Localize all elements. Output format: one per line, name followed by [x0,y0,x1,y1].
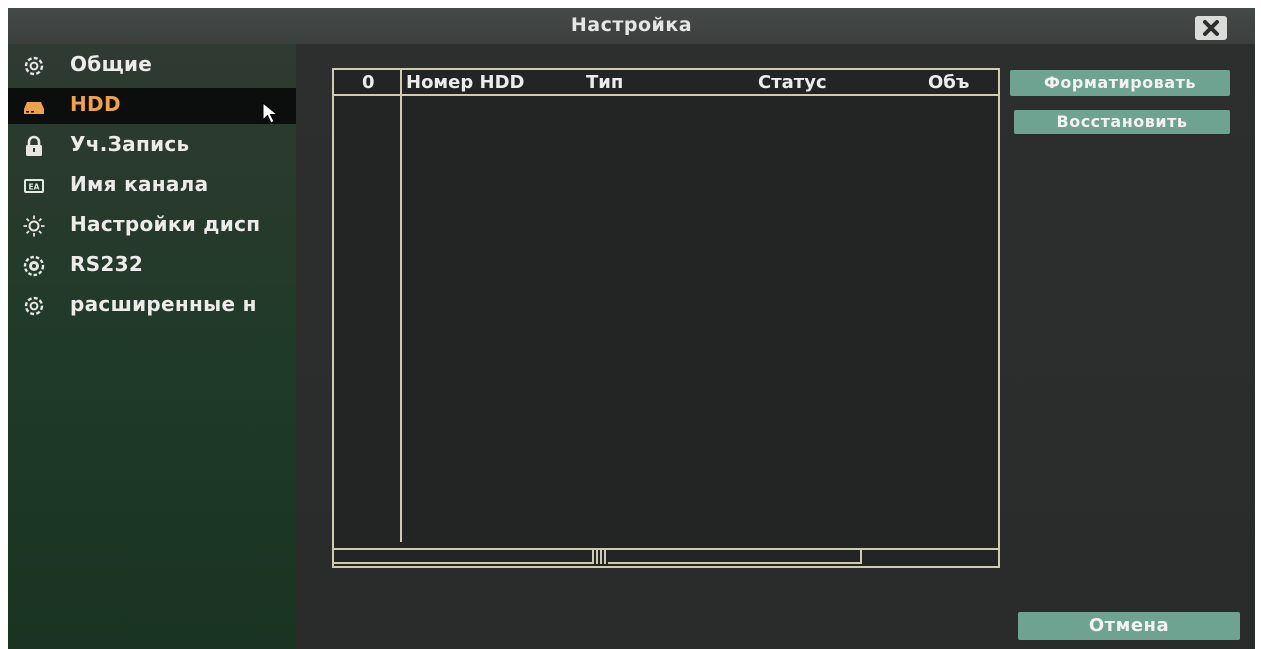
sidebar-item-label: HDD [70,92,121,116]
sidebar-item-label: Общие [70,52,153,76]
column-header-index: 0 [362,72,375,93]
close-icon [1203,20,1219,36]
column-divider [400,70,402,542]
cancel-button[interactable]: Отмена [1018,612,1240,640]
title-bar: Настройка [8,8,1255,44]
hdd-icon [24,102,44,114]
window-title: Настройка [570,14,693,36]
sun-icon [23,215,45,237]
hdd-table[interactable]: 0 Номер HDD Тип Статус Объ [332,68,1000,568]
sidebar-item-rs232[interactable]: RS232 [8,248,296,284]
gear-icon [24,56,44,76]
restore-button[interactable]: Восстановить [1014,110,1230,134]
sidebar-item-label: расширенные н [70,292,257,316]
scroll-track-left [334,550,594,564]
column-header-hdd-number: Номер HDD [406,72,525,93]
svg-text:EA: EA [29,183,40,192]
column-header-type: Тип [586,72,624,93]
sidebar-item-label: Настройки дисп [70,212,261,236]
sidebar-item-display-settings[interactable]: Настройки дисп [8,208,296,244]
sidebar-item-channel-name[interactable]: EA Имя канала [8,168,296,204]
scroll-thumb[interactable] [592,550,608,564]
column-header-capacity: Объ [928,72,970,93]
horizontal-scrollbar[interactable] [332,548,1000,568]
format-button[interactable]: Форматировать [1010,70,1230,96]
hdd-panel: 0 Номер HDD Тип Статус Объ Форматировать… [296,44,1255,649]
close-button[interactable] [1195,16,1227,40]
scroll-track-right [608,550,862,564]
rs232-icon [23,255,45,277]
sidebar: Общие HDD Уч.Запись EA Имя канала Настро… [8,44,296,649]
sidebar-item-label: Имя канала [70,172,209,196]
sidebar-item-label: Уч.Запись [70,132,190,156]
column-header-status: Статус [758,72,827,93]
sidebar-item-label: RS232 [70,252,144,276]
mouse-cursor-icon [262,102,279,124]
sidebar-item-hdd[interactable]: HDD [8,88,296,124]
gear-icon [24,296,44,316]
sidebar-item-general[interactable]: Общие [8,48,296,84]
lock-icon [26,135,42,156]
sidebar-item-account[interactable]: Уч.Запись [8,128,296,164]
channel-name-icon: EA [24,179,44,193]
sidebar-item-advanced[interactable]: расширенные н [8,288,296,324]
settings-window: Настройка Общие HDD Уч.Запись EA Имя кан… [8,8,1255,649]
table-header: 0 Номер HDD Тип Статус Объ [334,70,998,96]
